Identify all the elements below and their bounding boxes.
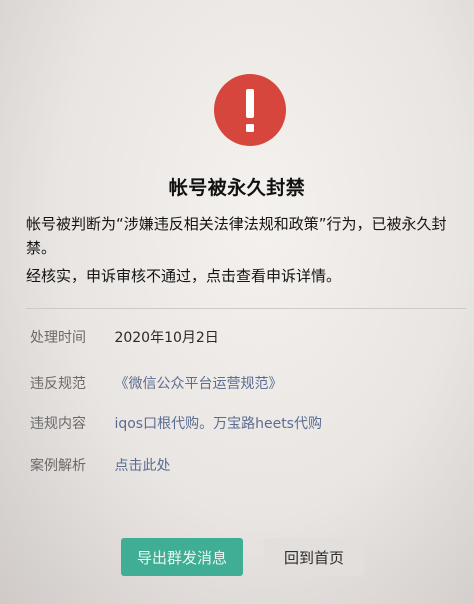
detail-row-rule: 违反规范 《微信公众平台运营规范》 bbox=[30, 373, 282, 393]
page-title: 帐号被永久封禁 bbox=[168, 177, 306, 199]
case-link[interactable]: 点击此处 bbox=[114, 458, 170, 474]
content-label: 违规内容 bbox=[30, 416, 86, 432]
ban-notice-page: 帐号被永久封禁 帐号被判断为“涉嫌违反相关法律法规和政策”行为，已被永久封禁。 … bbox=[0, 0, 474, 604]
appeal-result-text[interactable]: 经核实，申诉审核不通过，点击查看申诉详情。 bbox=[26, 264, 456, 288]
divider bbox=[26, 308, 466, 309]
export-messages-button[interactable]: 导出群发消息 bbox=[121, 538, 243, 576]
exclamation-icon bbox=[214, 74, 286, 146]
time-label: 处理时间 bbox=[30, 330, 86, 346]
case-label: 案例解析 bbox=[30, 458, 86, 474]
ban-reason-text: 帐号被判断为“涉嫌违反相关法律法规和政策”行为，已被永久封禁。 bbox=[26, 215, 447, 257]
ban-description: 帐号被判断为“涉嫌违反相关法律法规和政策”行为，已被永久封禁。 经核实，申诉审核… bbox=[26, 212, 456, 288]
rule-label: 违反规范 bbox=[30, 376, 86, 392]
detail-row-time: 处理时间 2020年10月2日 bbox=[30, 327, 219, 347]
rule-link[interactable]: 《微信公众平台运营规范》 bbox=[114, 376, 282, 392]
time-value: 2020年10月2日 bbox=[114, 330, 219, 346]
detail-row-content: 违规内容 iqos口根代购。万宝路heets代购 bbox=[30, 413, 322, 433]
detail-row-case: 案例解析 点击此处 bbox=[30, 455, 170, 475]
content-link[interactable]: iqos口根代购。万宝路heets代购 bbox=[114, 416, 322, 432]
back-home-button[interactable]: 回到首页 bbox=[264, 538, 364, 576]
